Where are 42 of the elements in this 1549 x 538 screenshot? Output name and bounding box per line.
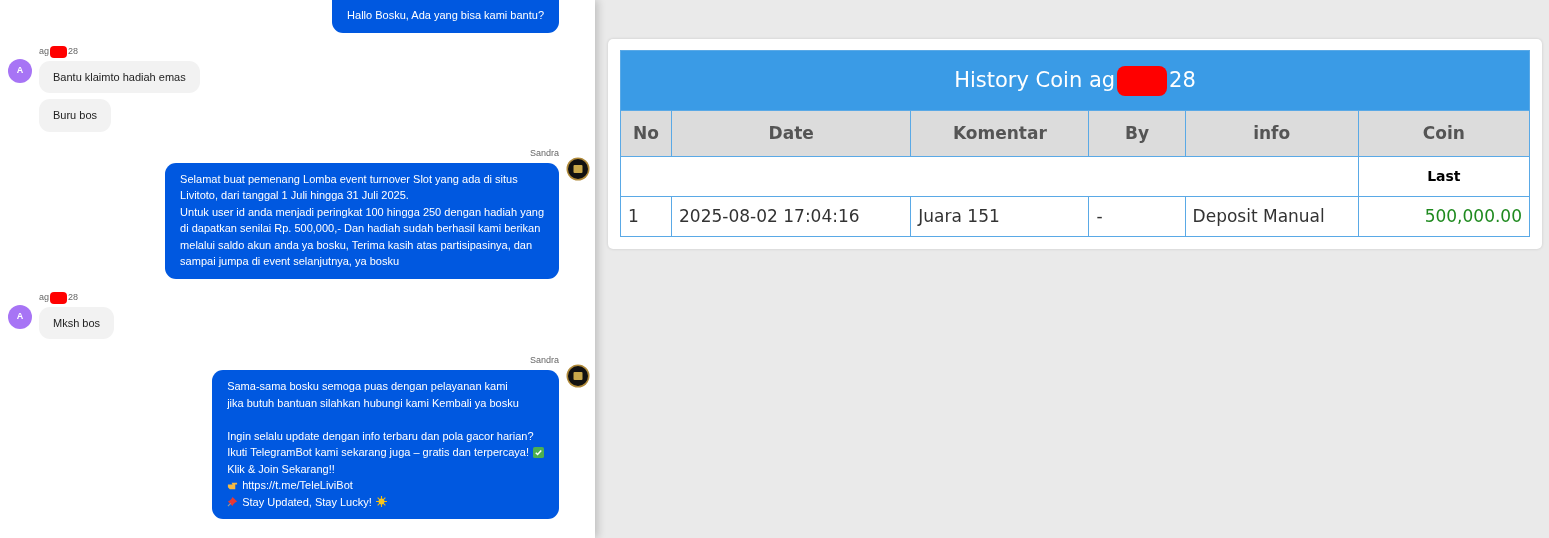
column-header: No xyxy=(620,110,672,157)
message-text: Untuk user id anda menjadi peringkat 100 hingga 250 dengan hadiah yang xyxy=(180,204,544,220)
pin-icon xyxy=(227,496,239,508)
column-header: Coin xyxy=(1358,110,1530,157)
table-cell: Deposit Manual xyxy=(1185,196,1359,237)
message-text: Mksh bos xyxy=(53,315,101,331)
message-text: Livitoto, dari tanggal 1 Juli hingga 31 Juli 2025. xyxy=(180,188,409,203)
check-icon xyxy=(533,446,544,458)
message-text: sampai jumpa di event selanjutnya, ya bosku xyxy=(180,254,399,269)
message-text: Klik & Join Sekarang!! xyxy=(227,461,335,477)
message-text: Ingin selalu update dengan info terbaru dan pola gacor harian? xyxy=(227,428,534,444)
sender-name: 28 xyxy=(68,290,79,304)
table-cell: 2025-08-02 17:04:16 xyxy=(671,196,911,237)
sender-name: ag xyxy=(39,290,49,304)
message-text: Buru bos xyxy=(53,108,98,123)
sender-name: Sandra xyxy=(529,146,559,160)
message-text: Hallo Bosku, Ada yang bisa kami bantu? xyxy=(347,8,544,23)
table-cell: - xyxy=(1089,196,1186,237)
column-header: Date xyxy=(671,110,911,157)
avatar: A xyxy=(8,304,32,329)
table-cell: Last xyxy=(1358,156,1530,197)
table-cell: 1 xyxy=(620,196,672,237)
sun-icon xyxy=(375,496,387,508)
avatar: A xyxy=(8,58,32,83)
message-text: di dapatkan senilai Rp. 500,000,- Dan hadiah sudah berhasil kami berikan xyxy=(180,221,541,236)
table-title: History Coin ag 28 xyxy=(621,51,1529,110)
sender-name: 28 xyxy=(68,44,79,58)
message-text: Stay Updated, Stay Lucky! xyxy=(242,494,372,510)
message-text: jika butuh bantuan silahkan hubungi kami Kembali ya bosku xyxy=(227,395,519,411)
table-cell: 500,000.00 xyxy=(1358,196,1530,237)
message-text: Ikuti TelegramBot kami sekarang juga – gratis dan terpercaya! xyxy=(227,445,529,460)
sender-name: Sandra xyxy=(529,354,559,368)
message-text: https://t.me/TeleLiviBot xyxy=(242,478,353,493)
table-cell: Juara 151 xyxy=(910,196,1089,237)
message-text: Bantu klaimto hadiah emas xyxy=(53,69,186,85)
message-text: Selamat buat pemenang Lomba event turnover Slot yang ada di situs xyxy=(180,171,518,187)
column-header: Komentar xyxy=(910,110,1089,157)
message-text: Sama-sama bosku semoga puas dengan pelayanan kami xyxy=(227,379,508,394)
message-text: melalui saldo akun anda ya bosku, Terima kasih atas partisipasinya, dan xyxy=(180,237,533,253)
column-header: By xyxy=(1089,110,1186,157)
column-header: info xyxy=(1185,110,1359,157)
sender-name: ag xyxy=(39,44,49,58)
